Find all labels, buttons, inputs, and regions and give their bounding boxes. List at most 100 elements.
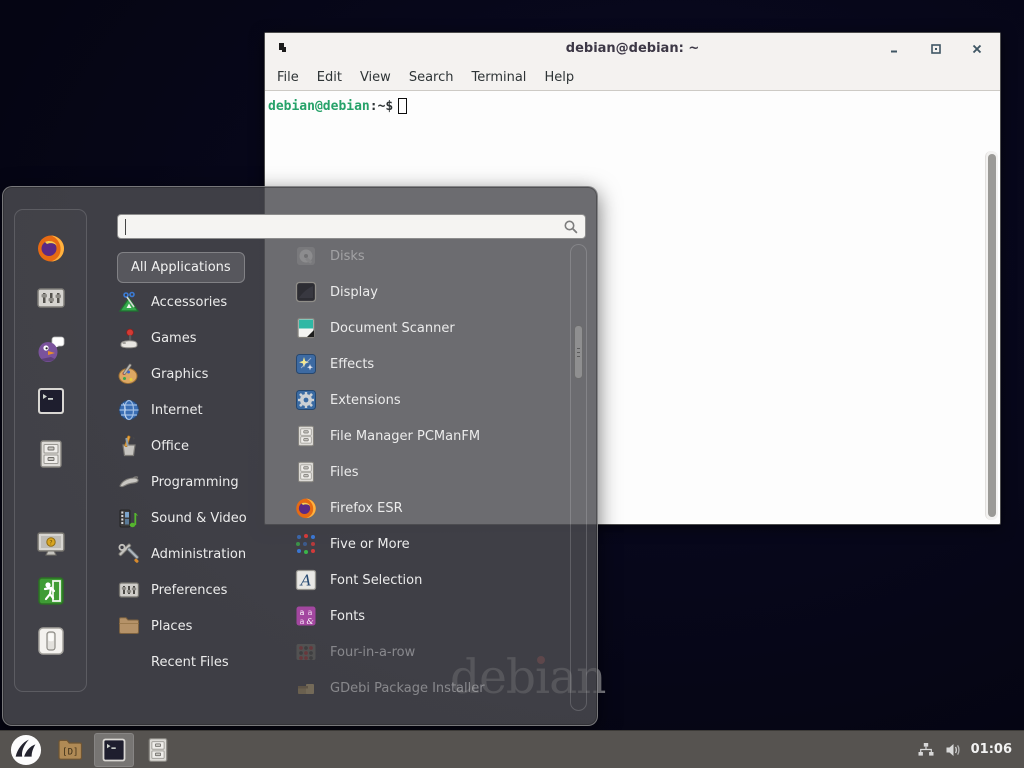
terminal-scrollbar-thumb[interactable]: [988, 154, 996, 517]
svg-text:[D]: [D]: [62, 747, 78, 757]
category-office[interactable]: Office: [117, 428, 285, 464]
app-four-in-a-row[interactable]: Four-in-a-row: [286, 634, 569, 670]
app-document-scanner[interactable]: Document Scanner: [286, 310, 569, 346]
category-places[interactable]: Places: [117, 608, 285, 644]
sidebar-lock-screen-button[interactable]: ?: [35, 528, 67, 560]
internet-icon: [117, 398, 141, 422]
terminal-menu-terminal[interactable]: Terminal: [462, 70, 535, 85]
shell-prompt: debian@debian:~$: [268, 98, 407, 114]
terminal-menu-view[interactable]: View: [351, 70, 400, 85]
category-label: Administration: [151, 547, 246, 562]
tray-network-button[interactable]: [917, 741, 935, 759]
menu-search-box[interactable]: [117, 214, 586, 239]
category-graphics[interactable]: Graphics: [117, 356, 285, 392]
terminal-menu-search[interactable]: Search: [400, 70, 463, 85]
app-label: Document Scanner: [330, 321, 455, 336]
app-label: Extensions: [330, 393, 401, 408]
category-administration[interactable]: Administration: [117, 536, 285, 572]
application-list-scrollbar[interactable]: [570, 244, 587, 711]
selected-category-pill[interactable]: All Applications: [117, 252, 245, 283]
terminal-icon: [100, 736, 128, 764]
maximize-button[interactable]: [929, 42, 943, 56]
desktop-folder-launcher[interactable]: [D]: [50, 733, 90, 767]
applications-menu: ? All ApplicationsAccessories Games Graphi…: [2, 186, 598, 726]
app-extensions[interactable]: Extensions: [286, 382, 569, 418]
app-files[interactable]: Files: [286, 454, 569, 490]
app-fonts[interactable]: aaa&Fonts: [286, 598, 569, 634]
terminal-scrollbar[interactable]: [985, 151, 998, 520]
category-icon-spacer: [117, 650, 141, 674]
app-display[interactable]: Display: [286, 274, 569, 310]
sidebar-terminal-button[interactable]: [35, 385, 67, 417]
sidebar-file-cabinet-button[interactable]: [35, 438, 67, 470]
lock-screen-icon: ?: [35, 528, 67, 560]
svg-text:A: A: [299, 572, 312, 590]
category-label: Places: [151, 619, 192, 634]
svg-text:a: a: [308, 608, 313, 617]
font-selection-icon: A: [294, 568, 318, 592]
svg-text:?: ?: [49, 540, 52, 547]
file-cabinet-icon: [35, 438, 67, 470]
terminal-titlebar[interactable]: debian@debian: ~: [265, 33, 1000, 64]
application-list-scrollbar-thumb[interactable]: [574, 325, 583, 379]
preferences-icon: [117, 578, 141, 602]
sidebar-log-out-button[interactable]: [35, 575, 67, 607]
menu-favorites-sidebar: ?: [14, 209, 87, 692]
app-effects[interactable]: Effects: [286, 346, 569, 382]
file-manager-launcher[interactable]: [138, 733, 178, 767]
app-label: Fonts: [330, 609, 365, 624]
minimize-button[interactable]: [888, 42, 902, 56]
five-or-more-icon: [294, 532, 318, 556]
administration-icon: [117, 542, 141, 566]
category-all-applications[interactable]: All Applications: [117, 250, 285, 284]
category-preferences[interactable]: Preferences: [117, 572, 285, 608]
category-programming[interactable]: Programming: [117, 464, 285, 500]
menu-category-list: All ApplicationsAccessories Games Graphics…: [117, 250, 285, 680]
category-label: Office: [151, 439, 189, 454]
app-gdebi-package-installer[interactable]: GDebi Package Installer: [286, 670, 569, 706]
app-five-or-more[interactable]: Five or More: [286, 526, 569, 562]
category-recent-files[interactable]: Recent Files: [117, 644, 285, 680]
sound-video-icon: [117, 506, 141, 530]
close-button[interactable]: [970, 42, 984, 56]
sidebar-firefox-button[interactable]: [35, 232, 67, 264]
app-font-selection[interactable]: AFont Selection: [286, 562, 569, 598]
menu-application-list: Disks Display Document Scanner Effects Exten…: [286, 238, 569, 706]
category-internet[interactable]: Internet: [117, 392, 285, 428]
app-label: File Manager PCManFM: [330, 429, 480, 444]
terminal-menu-help[interactable]: Help: [535, 70, 583, 85]
app-file-manager-pcmanfm[interactable]: File Manager PCManFM: [286, 418, 569, 454]
app-firefox-esr[interactable]: Firefox ESR: [286, 490, 569, 526]
tray-volume-button[interactable]: [944, 741, 962, 759]
display-icon: [294, 280, 318, 304]
terminal-window-button[interactable]: [94, 733, 134, 767]
terminal-menu-edit[interactable]: Edit: [308, 70, 351, 85]
category-games[interactable]: Games: [117, 320, 285, 356]
category-accessories[interactable]: Accessories: [117, 284, 285, 320]
taskbar: [D] 01:06: [0, 730, 1024, 768]
sidebar-pidgin-button[interactable]: [35, 333, 67, 365]
svg-text:a: a: [300, 617, 305, 626]
fonts-icon: aaa&: [294, 604, 318, 628]
prompt-user-host: debian@debian: [268, 99, 370, 114]
app-disks[interactable]: Disks: [286, 238, 569, 274]
office-icon: [117, 434, 141, 458]
sidebar-settings-panel-button[interactable]: [35, 282, 67, 314]
terminal-menu-file[interactable]: File: [268, 70, 308, 85]
effects-icon: [294, 352, 318, 376]
clock[interactable]: 01:06: [971, 742, 1012, 757]
disks-icon: [294, 244, 318, 268]
extensions-icon: [294, 388, 318, 412]
category-label: Games: [151, 331, 196, 346]
app-label: Display: [330, 285, 378, 300]
volume-icon: [944, 741, 962, 759]
log-out-icon: [35, 575, 67, 607]
category-sound-video[interactable]: Sound & Video: [117, 500, 285, 536]
app-label: GDebi Package Installer: [330, 681, 485, 696]
app-label: Four-in-a-row: [330, 645, 415, 660]
applications-menu-button[interactable]: [6, 733, 46, 767]
sidebar-power-switch-button[interactable]: [35, 625, 67, 657]
search-icon: [563, 219, 579, 235]
search-input[interactable]: [124, 217, 554, 236]
desktop: debıan debian@debian: ~ FileEditViewSear…: [0, 0, 1024, 768]
